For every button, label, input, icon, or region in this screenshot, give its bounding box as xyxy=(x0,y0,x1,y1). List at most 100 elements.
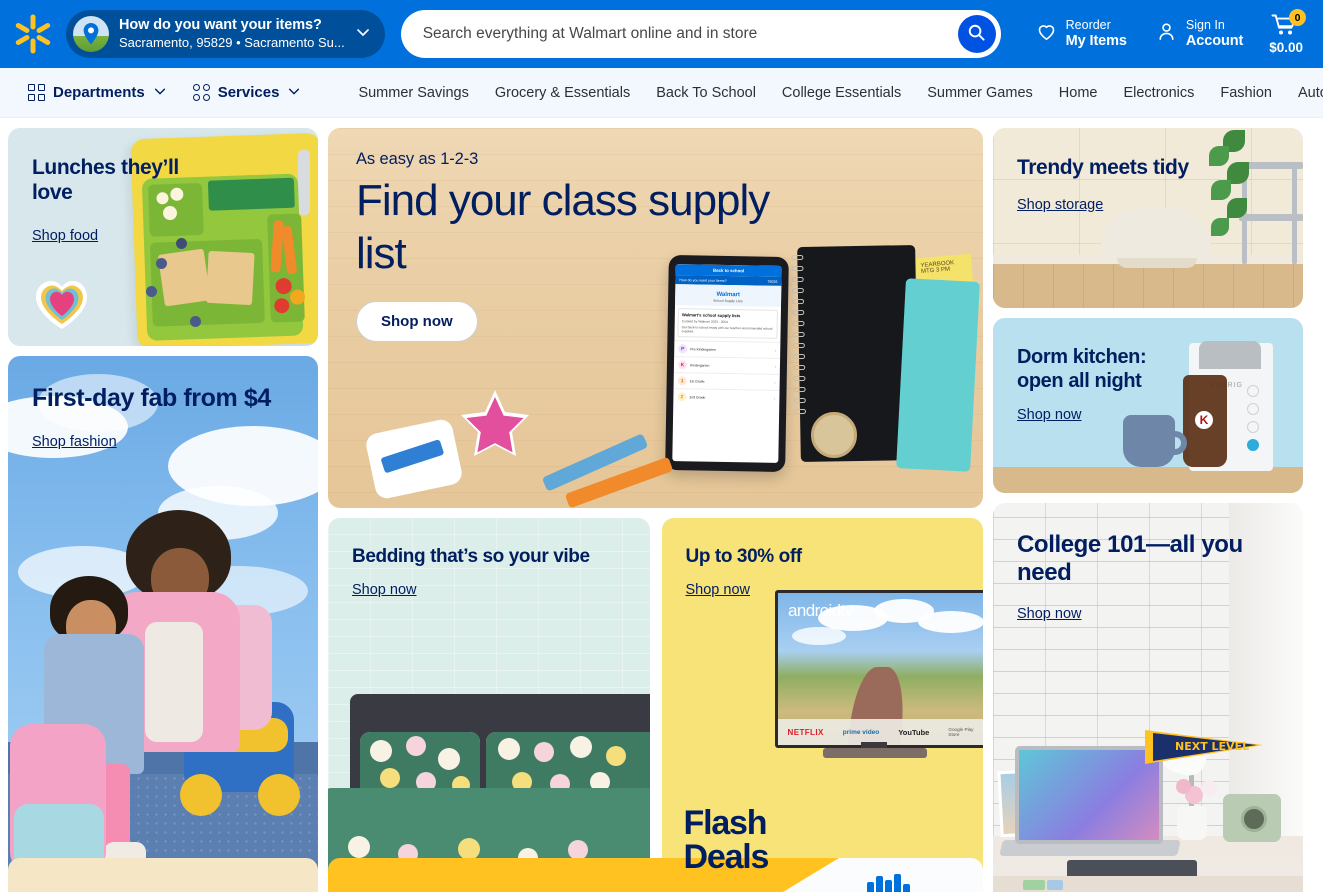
google-play-store-logo: Google Play Store xyxy=(948,726,974,737)
card-dorm-title: Dorm kitchen: open all night xyxy=(1017,346,1147,392)
grade-label: Kindergarten xyxy=(689,362,710,368)
chevron-right-icon: › xyxy=(774,347,777,353)
card-lunches-title: Lunches they’ll love xyxy=(32,156,179,204)
person-icon xyxy=(1155,20,1178,48)
fulfillment-subtitle: Sacramento, 95829 • Sacramento Su... xyxy=(119,34,345,50)
cart-total: $0.00 xyxy=(1269,40,1303,55)
card-dorm-kitchen[interactable]: KEURIG K Dorm kitchen: open all night Sh… xyxy=(993,318,1303,493)
card-flash-deals-link[interactable]: Shop now xyxy=(686,582,751,598)
reorder-my-items-button[interactable]: Reorder My Items xyxy=(1023,12,1139,56)
my-items-label: My Items xyxy=(1065,32,1127,49)
homepage-card-grid: Lunches they’ll love Shop food First-day… xyxy=(0,118,1323,892)
tablet-grade-row: P Pre-Kindergarten › xyxy=(674,340,781,358)
next-row-cards-peek xyxy=(8,858,1315,892)
peek-card-right[interactable] xyxy=(993,858,1303,892)
card-college-title: College 101—all you need xyxy=(1017,531,1243,587)
card-bedding[interactable]: Bedding that’s so your vibe Shop now xyxy=(328,518,650,892)
teal-notebook xyxy=(896,278,980,472)
grade-label: 2nd Grade xyxy=(689,394,706,400)
flash-word-line2: Deals xyxy=(683,837,770,876)
hero-shop-now-button[interactable]: Shop now xyxy=(356,300,478,342)
peek-card-left[interactable] xyxy=(8,858,318,892)
center-column: YEARBOOK MTG 3 PM Back to school How do … xyxy=(328,128,983,892)
right-column: Trendy meets tidy Shop storage KEURIG K … xyxy=(993,128,1303,892)
peek-card-center[interactable] xyxy=(328,858,983,892)
cart-button[interactable]: 0 $0.00 xyxy=(1259,9,1313,59)
primary-nav: Departments Services Summer Savings Groc… xyxy=(0,68,1323,118)
nav-link-fashion[interactable]: Fashion xyxy=(1207,79,1285,107)
chevron-right-icon: › xyxy=(774,363,777,369)
chevron-down-icon xyxy=(153,84,167,102)
chevron-down-icon xyxy=(287,84,301,102)
card-lunches-link[interactable]: Shop food xyxy=(32,228,98,244)
nav-link-summer-savings[interactable]: Summer Savings xyxy=(345,79,481,107)
grid-circles-icon xyxy=(192,84,210,101)
location-pin-icon xyxy=(73,16,109,52)
grade-badge: K xyxy=(677,360,688,370)
heart-sticker xyxy=(33,278,91,332)
flash-word-line1: Flash xyxy=(683,804,768,843)
chevron-right-icon: › xyxy=(774,395,776,401)
tablet-grade-row: K Kindergarten › xyxy=(673,356,781,374)
nav-services-label: Services xyxy=(217,84,280,101)
nav-link-college-essentials[interactable]: College Essentials xyxy=(769,79,914,107)
nav-link-auto[interactable]: Auto xyxy=(1285,79,1323,107)
header-actions: Reorder My Items Sign In Account 0 $0.00 xyxy=(1023,9,1313,59)
card-trendy-meets-tidy[interactable]: Trendy meets tidy Shop storage xyxy=(993,128,1303,308)
card-class-supply-list[interactable]: YEARBOOK MTG 3 PM Back to school How do … xyxy=(328,128,983,508)
chevron-down-icon xyxy=(355,24,371,45)
nav-link-back-to-school[interactable]: Back To School xyxy=(643,79,769,107)
sign-in-account-button[interactable]: Sign In Account xyxy=(1143,12,1255,56)
search-input[interactable] xyxy=(400,10,1001,58)
cart-count-badge: 0 xyxy=(1289,9,1307,26)
round-object xyxy=(811,412,857,458)
card-dorm-link[interactable]: Shop now xyxy=(1017,407,1082,423)
left-column: Lunches they’ll love Shop food First-day… xyxy=(8,128,318,892)
nav-services[interactable]: Services xyxy=(183,78,312,108)
shopping-cart-icon xyxy=(1271,14,1299,41)
nav-link-home[interactable]: Home xyxy=(1046,79,1111,107)
nav-departments[interactable]: Departments xyxy=(18,78,177,108)
netflix-logo: NETFLIX xyxy=(787,727,824,737)
card-college-link[interactable]: Shop now xyxy=(1017,606,1082,622)
card-bedding-link[interactable]: Shop now xyxy=(352,582,417,598)
card-bedding-title: Bedding that’s so your vibe xyxy=(352,546,590,567)
android-tv-logo: androidtv xyxy=(788,601,853,620)
nav-link-grocery-essentials[interactable]: Grocery & Essentials xyxy=(482,79,643,107)
card-flash-deals[interactable]: androidtv NETFLIX prime video YouTube Go… xyxy=(661,518,983,892)
card-first-day-fab-title: First-day fab from $4 xyxy=(32,384,271,412)
site-header: How do you want your items? Sacramento, … xyxy=(0,0,1323,68)
nav-links: Summer Savings Grocery & Essentials Back… xyxy=(345,79,1323,107)
search-bar xyxy=(400,10,1001,58)
nav-departments-label: Departments xyxy=(53,84,145,101)
hero-title: Find your class supply list xyxy=(356,176,770,278)
center-bottom-row: Bedding that’s so your vibe Shop now and… xyxy=(328,518,983,892)
card-first-day-fab-link[interactable]: Shop fashion xyxy=(32,434,117,450)
heart-icon xyxy=(1035,20,1058,48)
grade-label: Pre-Kindergarten xyxy=(690,346,717,352)
card-college-101[interactable]: NEXT LEVEL College 101—all you need Shop… xyxy=(993,503,1303,892)
card-first-day-fab[interactable]: First-day fab from $4 Shop fashion xyxy=(8,356,318,892)
star-sticker xyxy=(456,388,534,462)
grade-badge: P xyxy=(678,344,688,354)
nav-link-electronics[interactable]: Electronics xyxy=(1110,79,1207,107)
nav-link-summer-games[interactable]: Summer Games xyxy=(914,79,1046,107)
search-icon xyxy=(967,23,986,45)
tablet-grade-row: 2 2nd Grade › xyxy=(673,388,780,406)
search-button[interactable] xyxy=(957,15,996,53)
fulfillment-selector[interactable]: How do you want your items? Sacramento, … xyxy=(66,10,385,58)
grid-squares-icon xyxy=(28,84,45,101)
fulfillment-title: How do you want your items? xyxy=(119,17,322,34)
card-trendy-title: Trendy meets tidy xyxy=(1017,156,1189,179)
hero-eyebrow: As easy as 1-2-3 xyxy=(356,150,479,168)
card-flash-deals-title: Up to 30% off xyxy=(685,546,803,567)
grade-badge: 2 xyxy=(677,392,687,402)
card-lunches[interactable]: Lunches they’ll love Shop food xyxy=(8,128,318,346)
youtube-logo: YouTube xyxy=(898,727,930,737)
account-label: Account xyxy=(1185,32,1244,49)
grade-badge: 1 xyxy=(677,376,687,386)
walmart-spark-icon[interactable] xyxy=(12,13,54,55)
reorder-label: Reorder xyxy=(1065,17,1111,32)
svg-text:NEXT LEVEL: NEXT LEVEL xyxy=(1175,740,1249,753)
card-trendy-link[interactable]: Shop storage xyxy=(1017,197,1103,213)
